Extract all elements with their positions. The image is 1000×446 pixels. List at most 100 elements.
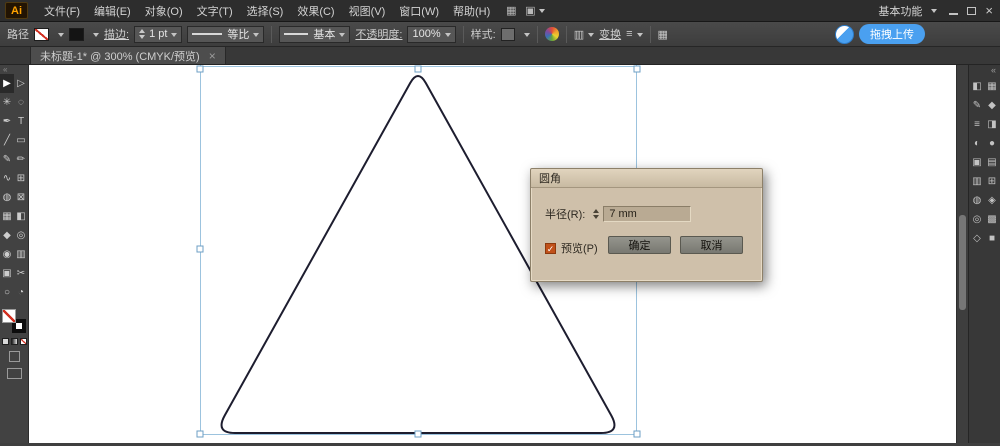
draw-mode-icon[interactable] bbox=[9, 351, 20, 362]
align-panel-icon[interactable]: ⊞ bbox=[985, 173, 1000, 190]
line-segment-tool[interactable]: ╱ bbox=[0, 131, 14, 150]
stroke-dropdown-icon[interactable] bbox=[93, 33, 99, 40]
brushes-panel-icon[interactable]: ✎ bbox=[970, 97, 985, 114]
symbols-panel-icon[interactable]: ◆ bbox=[985, 97, 1000, 114]
radius-input[interactable]: 7 mm bbox=[603, 206, 691, 222]
menu-help[interactable]: 帮助(H) bbox=[446, 0, 497, 22]
brush-definition-dropdown[interactable]: 基本 bbox=[279, 26, 350, 43]
cloud-drive-icon[interactable] bbox=[835, 25, 854, 44]
artboard-canvas[interactable] bbox=[29, 65, 956, 443]
toolbar-collapse-icon[interactable]: « bbox=[0, 65, 7, 74]
mesh-tool[interactable]: ▦ bbox=[0, 207, 14, 226]
eyedropper-tool[interactable]: ◆ bbox=[0, 226, 14, 245]
none-chip[interactable] bbox=[20, 338, 27, 345]
appearance-panel-icon[interactable]: ● bbox=[985, 135, 1000, 152]
fill-color-swatch[interactable] bbox=[34, 28, 49, 41]
column-graph-tool[interactable]: ▥ bbox=[14, 245, 28, 264]
style-swatch[interactable] bbox=[501, 28, 515, 41]
document-setup-icon[interactable]: ▦ bbox=[658, 28, 668, 41]
menu-object[interactable]: 对象(O) bbox=[138, 0, 190, 22]
info-panel-icon[interactable]: ◈ bbox=[985, 192, 1000, 209]
rectangle-tool[interactable]: ▭ bbox=[14, 131, 28, 150]
stroke-width-field[interactable]: 1 pt bbox=[134, 26, 182, 43]
gradient-chip[interactable] bbox=[11, 338, 18, 345]
stroke-panel-icon[interactable]: ≡ bbox=[970, 116, 985, 133]
isolate-selected-object-icon[interactable]: ▥ bbox=[574, 28, 594, 41]
pen-tool[interactable]: ✒ bbox=[0, 112, 14, 131]
magic-wand-tool[interactable]: ✳ bbox=[0, 93, 14, 112]
pencil-tool[interactable]: ✏ bbox=[14, 150, 28, 169]
actions-panel-icon[interactable]: ■ bbox=[985, 230, 1000, 247]
transform-link[interactable]: 变换 bbox=[599, 26, 621, 42]
perspective-grid-tool[interactable]: ⊠ bbox=[14, 188, 28, 207]
fill-swatch-none[interactable] bbox=[2, 309, 16, 323]
scrollbar-thumb[interactable] bbox=[959, 215, 966, 310]
menu-type[interactable]: 文字(T) bbox=[190, 0, 240, 22]
cancel-button[interactable]: 取消 bbox=[680, 236, 743, 254]
width-profile-dropdown[interactable]: 等比 bbox=[187, 26, 264, 43]
document-tab[interactable]: 未标题-1* @ 300% (CMYK/预览) × bbox=[30, 47, 226, 64]
hand-tool[interactable]: ○ bbox=[0, 283, 14, 302]
artboards-panel-icon[interactable]: ▥ bbox=[970, 173, 985, 190]
blend-tool[interactable]: ◎ bbox=[14, 226, 28, 245]
recolor-artwork-icon[interactable] bbox=[545, 27, 559, 41]
lasso-tool[interactable]: ◌ bbox=[14, 93, 28, 112]
pattern-options-panel-icon[interactable]: ▩ bbox=[985, 211, 1000, 228]
width-tool[interactable]: ∿ bbox=[0, 169, 14, 188]
free-transform-tool[interactable]: ⊞ bbox=[14, 169, 28, 188]
gradient-panel-icon[interactable]: ◨ bbox=[985, 116, 1000, 133]
stroke-width-dropdown-icon[interactable] bbox=[171, 33, 177, 40]
opacity-link[interactable]: 不透明度: bbox=[355, 26, 402, 42]
artboard-tool[interactable]: ▣ bbox=[0, 264, 14, 283]
style-dropdown-icon[interactable] bbox=[524, 33, 530, 40]
workspace-switcher[interactable]: 基本功能 bbox=[878, 3, 937, 19]
menu-file[interactable]: 文件(F) bbox=[37, 0, 87, 22]
fill-stroke-indicator[interactable] bbox=[2, 309, 26, 333]
graphic-styles-panel-icon[interactable]: ▣ bbox=[970, 154, 985, 171]
paintbrush-tool[interactable]: ✎ bbox=[0, 150, 14, 169]
slice-tool[interactable]: ✂ bbox=[14, 264, 28, 283]
menu-select[interactable]: 选择(S) bbox=[240, 0, 291, 22]
transparency-panel-icon[interactable]: ◐ bbox=[970, 135, 985, 152]
close-button[interactable]: × bbox=[985, 4, 993, 17]
dock-collapse-icon[interactable]: « bbox=[991, 65, 1000, 76]
restore-button[interactable] bbox=[967, 7, 976, 15]
selection-tool[interactable]: ▶ bbox=[0, 74, 14, 93]
direct-selection-tool[interactable]: ▷ bbox=[14, 74, 28, 93]
stroke-color-swatch[interactable] bbox=[69, 28, 84, 41]
selection-handle[interactable] bbox=[634, 431, 640, 437]
screen-mode-icon[interactable] bbox=[7, 368, 22, 379]
menu-effect[interactable]: 效果(C) bbox=[290, 0, 341, 22]
fill-dropdown-icon[interactable] bbox=[58, 33, 64, 40]
type-tool[interactable]: T bbox=[14, 112, 28, 131]
selection-handle[interactable] bbox=[415, 66, 421, 72]
preview-checkbox[interactable]: ✓ bbox=[545, 243, 556, 254]
selection-handle[interactable] bbox=[634, 66, 640, 72]
radius-stepper[interactable] bbox=[593, 209, 599, 219]
navigator-panel-icon[interactable]: ◎ bbox=[970, 211, 985, 228]
menu-edit[interactable]: 编辑(E) bbox=[87, 0, 138, 22]
links-panel-icon[interactable]: ◇ bbox=[970, 230, 985, 247]
menu-view[interactable]: 视图(V) bbox=[342, 0, 393, 22]
stroke-width-stepper[interactable] bbox=[139, 29, 145, 39]
layers-panel-icon[interactable]: ▤ bbox=[985, 154, 1000, 171]
stroke-panel-link[interactable]: 描边: bbox=[104, 26, 129, 42]
shape-builder-tool[interactable]: ◍ bbox=[0, 188, 14, 207]
selection-handle[interactable] bbox=[197, 431, 203, 437]
selection-handle[interactable] bbox=[415, 431, 421, 437]
menu-window[interactable]: 窗口(W) bbox=[392, 0, 446, 22]
ok-button[interactable]: 确定 bbox=[608, 236, 671, 254]
vertical-scrollbar[interactable] bbox=[956, 65, 968, 443]
align-options-icon[interactable]: ≡ bbox=[626, 28, 642, 40]
color-panel-icon[interactable]: ◧ bbox=[970, 78, 985, 95]
swatches-panel-icon[interactable]: ▦ bbox=[985, 78, 1000, 95]
arrange-documents-icon[interactable]: ▦ bbox=[501, 3, 521, 19]
color-chip[interactable] bbox=[2, 338, 9, 345]
change-screen-mode-icon[interactable]: ▣ bbox=[525, 3, 545, 19]
gradient-tool[interactable]: ◧ bbox=[14, 207, 28, 226]
tab-close-icon[interactable]: × bbox=[209, 49, 216, 63]
opacity-field[interactable]: 100% bbox=[407, 26, 455, 43]
dialog-title-bar[interactable]: 圆角 bbox=[531, 169, 762, 188]
selection-handle[interactable] bbox=[197, 66, 203, 72]
pathfinder-panel-icon[interactable]: ◍ bbox=[970, 192, 985, 209]
